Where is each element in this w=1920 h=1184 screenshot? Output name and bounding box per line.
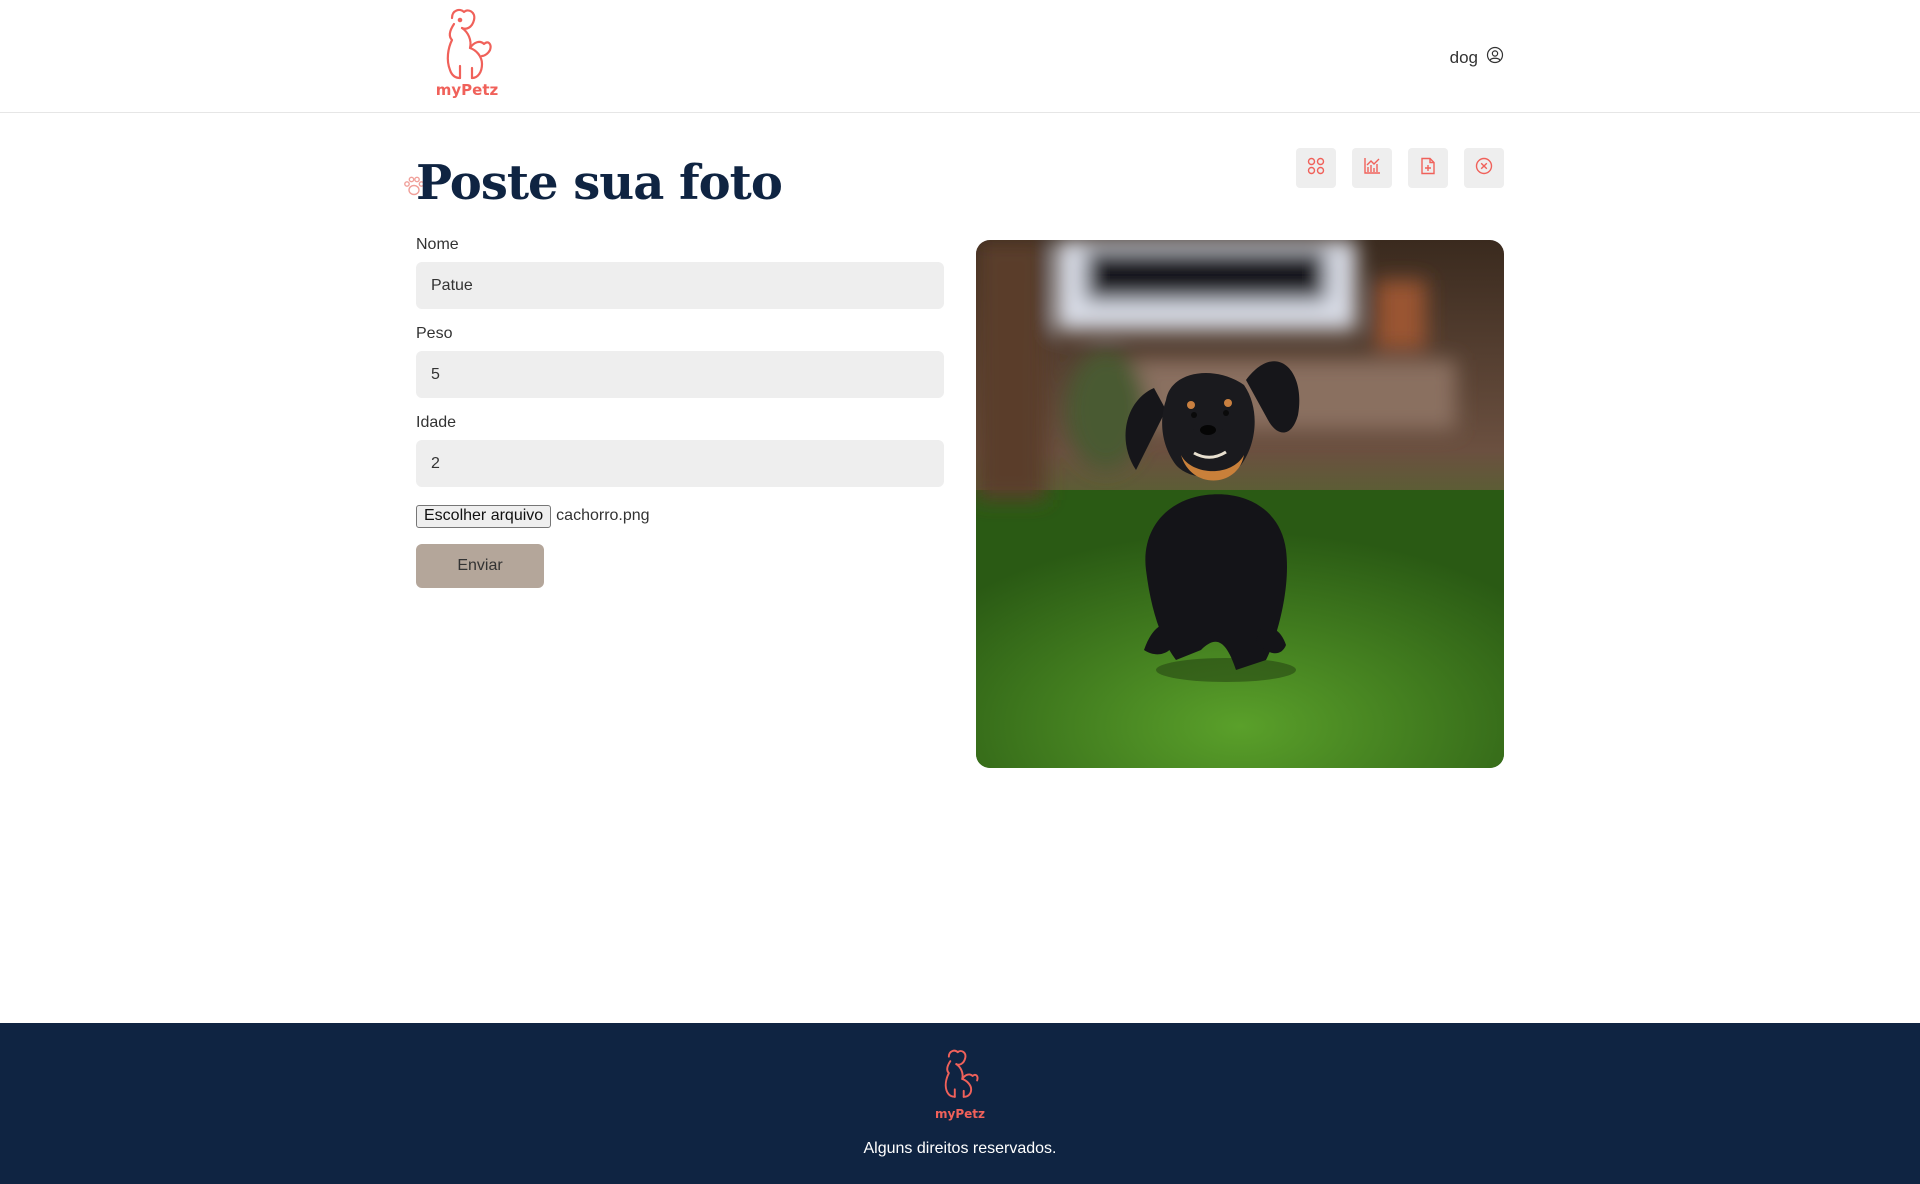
mypetz-logo[interactable]: myPetz	[428, 4, 506, 105]
grid-icon	[1307, 157, 1325, 180]
file-picker: Escolher arquivo cachorro.png	[416, 504, 944, 528]
stats-button[interactable]	[1352, 148, 1392, 188]
logout-button[interactable]	[1464, 148, 1504, 188]
add-file-icon	[1419, 157, 1437, 180]
post-photo-form: Nome Peso Idade Escolher arquivo cachorr…	[416, 236, 944, 588]
main-content: Poste sua foto Nome Patue Peso 5 Idade 2…	[0, 113, 1920, 1023]
user-menu[interactable]: dog	[1450, 46, 1504, 69]
username: dog	[1449, 47, 1478, 67]
selected-filename: cachorro.png	[556, 507, 650, 524]
footer-copyright: Alguns direitos reservados.	[863, 1140, 1057, 1157]
close-circle-icon	[1475, 157, 1493, 180]
post-photo-button[interactable]	[1408, 148, 1448, 188]
feed-button[interactable]	[1296, 148, 1336, 188]
header: myPetz dog	[0, 0, 1920, 113]
peso-input[interactable]	[416, 351, 944, 398]
submit-button[interactable]: Enviar	[416, 544, 544, 588]
action-toolbar	[1296, 148, 1504, 188]
footer-logo: myPetz	[931, 1049, 989, 1121]
chart-icon	[1363, 157, 1381, 180]
peso-label: Peso	[416, 325, 453, 342]
user-circle-icon	[1486, 46, 1504, 69]
nome-input[interactable]	[416, 262, 944, 309]
idade-input[interactable]	[416, 440, 944, 487]
svg-text:myPetz: myPetz	[935, 1107, 985, 1121]
photo-preview	[976, 240, 1504, 768]
footer: myPetz Alguns direitos reservados.	[0, 1023, 1920, 1184]
svg-text:myPetz: myPetz	[436, 81, 499, 99]
choose-file-button[interactable]: Escolher arquivo	[416, 504, 552, 528]
nome-label: Nome	[416, 236, 459, 253]
idade-label: Idade	[416, 414, 457, 431]
page-title: Poste sua foto	[416, 155, 783, 211]
